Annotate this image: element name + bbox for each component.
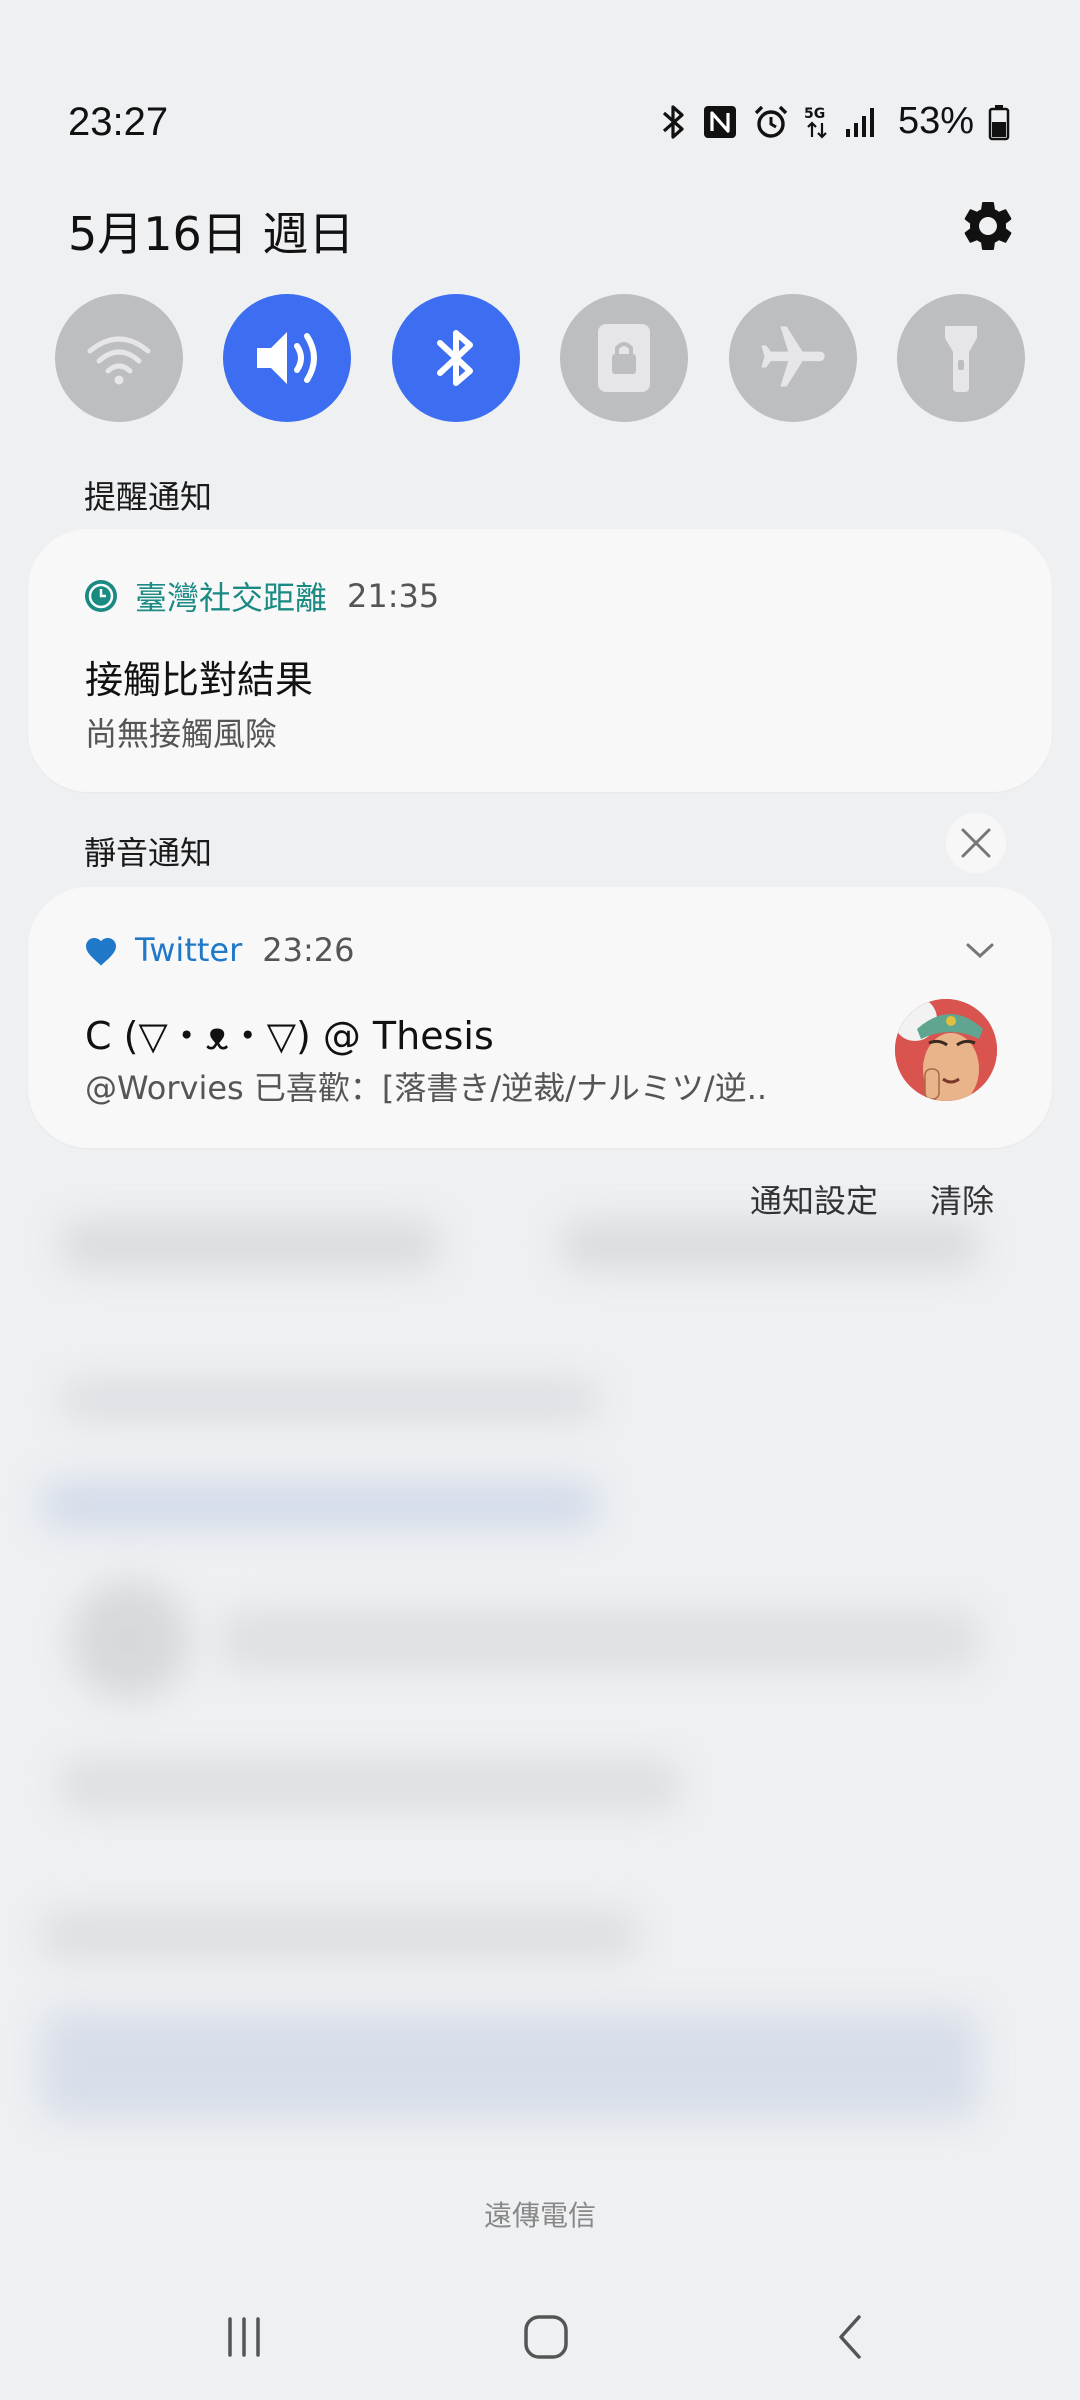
expand-button[interactable] <box>960 931 1000 971</box>
status-icons: 5G 53% <box>660 100 1010 143</box>
notification-header: Twitter 23:26 <box>83 931 354 969</box>
notification-header: 臺灣社交距離 21:35 <box>83 573 439 619</box>
5g-icon: 5G <box>804 106 827 139</box>
battery-percent: 53% <box>897 100 974 142</box>
lock-icon <box>598 324 651 392</box>
nfc-icon <box>703 105 736 138</box>
chevron-down-icon <box>966 943 994 959</box>
clear-all-button[interactable]: 清除 <box>930 1176 994 1222</box>
dismiss-silent-button[interactable] <box>946 813 1006 873</box>
bluetooth-icon <box>436 330 473 386</box>
svg-text:5G: 5G <box>804 106 825 122</box>
back-button[interactable] <box>820 2312 880 2362</box>
home-button[interactable] <box>516 2312 576 2362</box>
avatar <box>895 999 997 1101</box>
notification-time: 23:26 <box>262 931 355 969</box>
home-icon <box>524 2315 568 2359</box>
date-label: 5月16日 週日 <box>68 207 355 261</box>
wifi-tile[interactable] <box>55 294 183 422</box>
notification-time: 21:35 <box>347 577 440 615</box>
alerting-section-label: 提醒通知 <box>84 478 213 516</box>
notification-settings-button[interactable]: 通知設定 <box>750 1176 878 1222</box>
notification-title: 接觸比對結果 <box>85 658 314 702</box>
wifi-icon <box>87 336 151 385</box>
notification-title: C (▽・ᴥ・▽) @ Thesis <box>85 1014 494 1058</box>
notification-body: @Worvies 已喜歡：[落書き/逆裁/ナルミツ/逆.. <box>85 1069 768 1107</box>
avatar-image <box>895 999 997 1101</box>
bluetooth-icon <box>662 104 684 139</box>
signal-icon <box>845 107 874 137</box>
carrier-label: 遠傳電信 <box>483 2199 596 2232</box>
volume-icon <box>257 332 318 384</box>
recent-apps-button[interactable] <box>214 2312 274 2362</box>
close-icon <box>961 828 991 858</box>
airplane-tile[interactable] <box>728 294 857 422</box>
battery-icon <box>988 104 1010 140</box>
recent-apps-icon <box>228 2317 260 2357</box>
app-name: Twitter <box>135 931 243 969</box>
heart-icon <box>86 938 116 966</box>
settings-button[interactable] <box>958 196 1018 256</box>
quick-settings-tiles <box>55 294 1025 424</box>
alarm-icon <box>754 105 788 138</box>
status-time: 23:27 <box>68 100 169 144</box>
bluetooth-tile[interactable] <box>391 294 520 422</box>
notification-body: 尚無接觸風險 <box>85 715 278 753</box>
sound-tile[interactable] <box>223 294 352 422</box>
rotation-lock-tile[interactable] <box>560 294 689 422</box>
app-name: 臺灣社交距離 <box>135 579 328 617</box>
notification-card-social-distance[interactable]: 臺灣社交距離 21:35 接觸比對結果 尚無接觸風險 <box>28 529 1052 792</box>
flashlight-tile[interactable] <box>896 294 1025 422</box>
gear-icon <box>964 202 1012 250</box>
navigation-bar <box>0 2300 1080 2372</box>
flashlight-icon <box>944 326 977 392</box>
airplane-icon <box>760 326 825 387</box>
back-icon <box>839 2315 861 2359</box>
notification-card-twitter[interactable]: Twitter 23:26 C (▽・ᴥ・▽) @ Thesis @Worvie… <box>28 887 1052 1148</box>
clock-app-icon <box>85 580 117 612</box>
silent-section-label: 靜音通知 <box>84 834 213 872</box>
